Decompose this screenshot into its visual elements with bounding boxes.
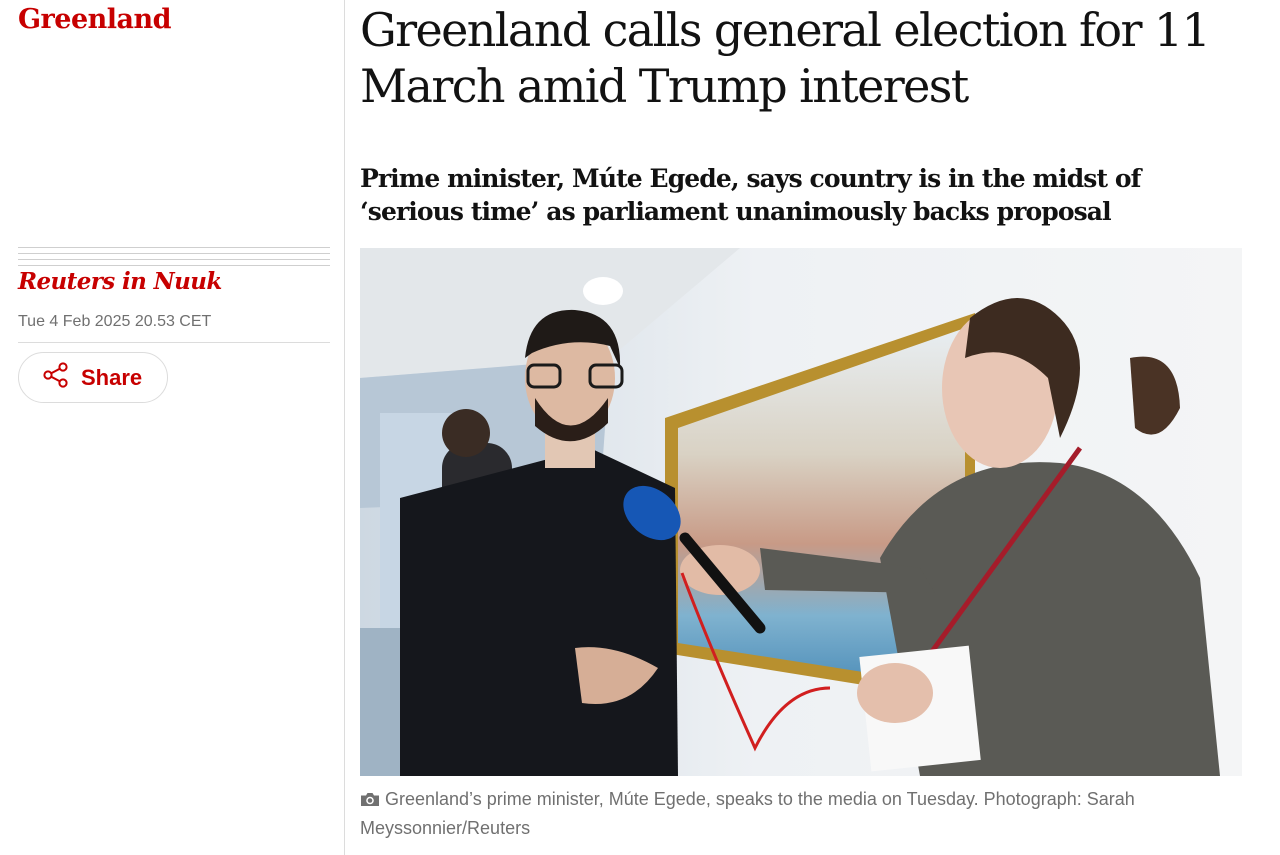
article-meta-column: Greenland Reuters in Nuuk Tue 4 Feb 2025…: [0, 0, 345, 855]
article-standfirst: Prime minister, Múte Egede, says country…: [360, 164, 1141, 226]
camera-icon: [360, 788, 380, 815]
caption-text: Greenland’s prime minister, Múte Egede, …: [360, 789, 1135, 838]
article-headline: Greenland calls general election for 11 …: [360, 3, 1211, 113]
publish-date: Tue 4 Feb 2025 20.53 CET: [18, 313, 212, 330]
divider: [18, 342, 330, 343]
share-label: Share: [81, 364, 143, 390]
share-button[interactable]: Share: [18, 352, 168, 403]
share-icon: [42, 361, 70, 394]
byline[interactable]: Reuters in Nuuk: [18, 268, 222, 295]
section-link-greenland[interactable]: Greenland: [18, 4, 172, 35]
meta-divider-lines: [18, 247, 330, 266]
photo-caption: Greenland’s prime minister, Múte Egede, …: [360, 786, 1240, 842]
main-photo[interactable]: [360, 248, 1242, 776]
